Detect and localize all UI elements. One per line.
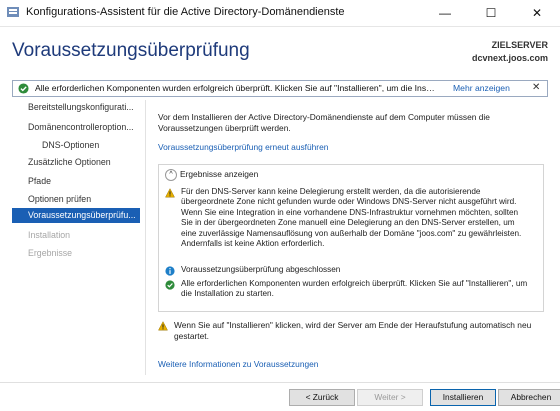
nav-item-paths[interactable]: Pfade xyxy=(12,174,140,189)
nav-divider xyxy=(145,100,146,375)
target-server-name: dcvnext.joos.com xyxy=(471,53,548,63)
notification-close-button[interactable]: ✕ xyxy=(532,82,540,93)
target-server-label: ZIELSERVER xyxy=(491,40,548,50)
result-item-warning: Für den DNS-Server kann keine Delegierun… xyxy=(165,187,533,257)
check-circle-icon xyxy=(165,280,175,290)
minimize-button[interactable]: — xyxy=(422,0,468,26)
results-header-label: Ergebnisse anzeigen xyxy=(180,169,259,180)
nav-item-deployment-config[interactable]: Bereitstellungskonfigurati... xyxy=(12,100,140,115)
results-panel: ^ Ergebnisse anzeigen Für den DNS-Server … xyxy=(158,164,544,312)
nav-item-prerequisites-check[interactable]: Voraussetzungsüberprüfu... xyxy=(12,208,140,223)
cancel-button[interactable]: Abbrechen xyxy=(498,389,560,406)
maximize-button[interactable]: ☐ xyxy=(468,0,514,26)
nav-item-dc-options[interactable]: Domänencontrolleroption... xyxy=(12,120,140,135)
warning-icon xyxy=(158,321,168,331)
nav-item-results: Ergebnisse xyxy=(28,248,73,258)
nav-item-dns-options[interactable]: DNS-Optionen xyxy=(12,138,140,153)
nav-item-review-options[interactable]: Optionen prüfen xyxy=(12,192,140,207)
page-title: Voraussetzungsüberprüfung xyxy=(12,40,250,61)
wizard-nav: Bereitstellungskonfigurati... Domänencon… xyxy=(12,100,140,360)
window-title: Konfigurations-Assistent für die Active … xyxy=(26,6,345,18)
nav-item-additional-options[interactable]: Zusätzliche Optionen xyxy=(12,155,140,170)
back-button[interactable]: < Zurück xyxy=(289,389,355,406)
intro-text: Vor dem Installieren der Active Director… xyxy=(158,112,490,133)
install-button[interactable]: Installieren xyxy=(430,389,496,406)
notification-bar: Alle erforderlichen Komponenten wurden e… xyxy=(12,80,548,97)
info-icon xyxy=(165,266,175,276)
warning-icon xyxy=(165,188,175,198)
check-circle-icon xyxy=(18,83,29,94)
title-bar: Konfigurations-Assistent für die Active … xyxy=(0,0,560,27)
result-item-success: Alle erforderlichen Komponenten wurden e… xyxy=(165,279,533,303)
server-manager-icon xyxy=(7,7,19,17)
result-text: Für den DNS-Server kann keine Delegierun… xyxy=(181,187,522,249)
result-text: Voraussetzungsüberprüfung abgeschlossen xyxy=(181,265,341,274)
close-window-button[interactable]: ✕ xyxy=(514,0,560,26)
more-info-link[interactable]: Weitere Informationen zu Voraussetzungen xyxy=(158,359,318,369)
restart-warning-text: Wenn Sie auf "Installieren" klicken, wir… xyxy=(174,320,532,341)
rerun-check-link[interactable]: Voraussetzungsüberprüfung erneut ausführ… xyxy=(158,142,328,152)
results-header[interactable]: ^ Ergebnisse anzeigen xyxy=(165,169,258,181)
result-text: Alle erforderlichen Komponenten wurden e… xyxy=(181,279,528,299)
show-more-link[interactable]: Mehr anzeigen xyxy=(453,83,510,93)
notification-text: Alle erforderlichen Komponenten wurden e… xyxy=(35,83,435,93)
chevron-up-icon[interactable]: ^ xyxy=(165,169,177,181)
next-button[interactable]: Weiter > xyxy=(357,389,423,406)
result-item-info: Voraussetzungsüberprüfung abgeschlossen xyxy=(165,265,533,277)
nav-item-installation: Installation xyxy=(28,230,71,240)
